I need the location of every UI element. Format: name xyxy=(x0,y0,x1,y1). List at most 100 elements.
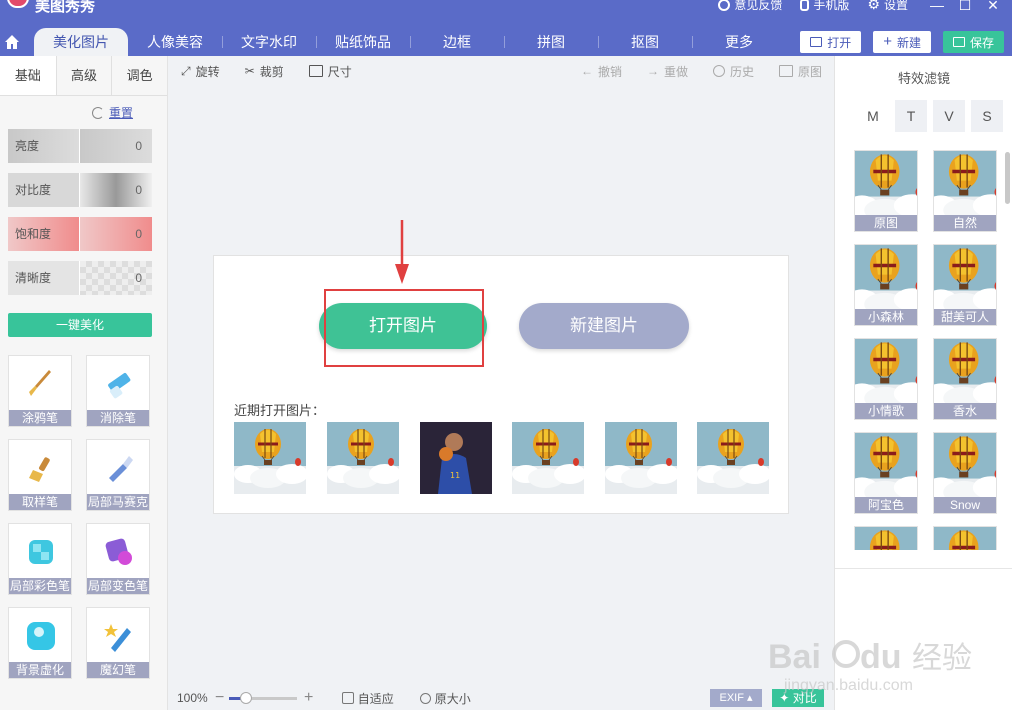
zoom-out-button[interactable]: − xyxy=(213,689,227,707)
recent-image-4[interactable] xyxy=(512,422,584,494)
reset-link[interactable]: 重置 xyxy=(92,104,133,121)
paintbrush-icon xyxy=(29,457,50,482)
tab-3[interactable]: 文字水印 xyxy=(222,28,316,56)
filter-item[interactable]: 自然 xyxy=(933,150,997,232)
open-button[interactable]: 打开 xyxy=(800,31,862,53)
subtab-advanced[interactable]: 高级 xyxy=(55,56,112,95)
rotate-button[interactable]: ⤢ 旋转 xyxy=(181,63,220,80)
tab-5[interactable]: 边框 xyxy=(410,28,504,56)
filter-label: 自然 xyxy=(934,215,996,231)
sharpness-slider[interactable]: 清晰度 0 xyxy=(8,261,152,295)
minimize-button[interactable]: — xyxy=(926,0,948,12)
filter-item[interactable] xyxy=(933,526,997,550)
mobile-link[interactable]: 手机版 xyxy=(800,0,849,13)
recent-image-3[interactable]: 11 xyxy=(420,422,492,494)
filter-item[interactable]: 小情歌 xyxy=(854,338,918,420)
close-button[interactable]: ✕ xyxy=(982,0,1004,12)
recent-image-6[interactable] xyxy=(697,422,769,494)
recent-image-2[interactable] xyxy=(327,422,399,494)
filter-item[interactable] xyxy=(854,526,918,550)
tool-local-color-pen[interactable]: 局部彩色笔 xyxy=(8,523,72,595)
tool-eraser-pen[interactable]: 消除笔 xyxy=(86,355,150,427)
svg-text:Bai: Bai xyxy=(768,638,821,676)
filter-tab-t[interactable]: T xyxy=(895,100,927,132)
app-logo xyxy=(7,0,29,8)
tool-local-recolor-pen[interactable]: 局部变色笔 xyxy=(86,523,150,595)
filter-item[interactable]: 小森林 xyxy=(854,244,918,326)
plus-icon: + xyxy=(883,33,892,50)
subtab-basic[interactable]: 基础 xyxy=(0,56,56,95)
filter-item[interactable]: Snow xyxy=(933,432,997,514)
tool-doodle-pen[interactable]: 涂鸦笔 xyxy=(8,355,72,427)
new-button[interactable]: + 新建 xyxy=(873,31,931,53)
history-button[interactable]: 历史 xyxy=(712,63,754,80)
settings-link[interactable]: ⚙ 设置 xyxy=(867,0,908,13)
tool-magic-pen[interactable]: 魔幻笔 xyxy=(86,607,150,679)
feedback-link[interactable]: 意见反馈 xyxy=(718,0,782,13)
home-button[interactable] xyxy=(0,28,24,56)
actual-size-button[interactable]: 原大小 xyxy=(419,690,471,707)
original-button[interactable]: 原图 xyxy=(778,63,822,80)
new-image-button[interactable]: 新建图片 xyxy=(519,303,689,349)
one-key-beautify-button[interactable]: 一键美化 xyxy=(8,313,152,337)
filter-tab-v[interactable]: V xyxy=(933,100,965,132)
filter-label: 阿宝色 xyxy=(855,497,917,513)
contrast-slider[interactable]: 对比度 0 xyxy=(8,173,152,207)
filter-scrollbar[interactable] xyxy=(1005,152,1010,204)
svg-text:jingyan.baidu.com: jingyan.baidu.com xyxy=(783,677,913,694)
filter-item[interactable]: 阿宝色 xyxy=(854,432,918,514)
svg-text:经验: 经验 xyxy=(912,641,972,676)
fit-button[interactable]: 自适应 xyxy=(341,690,394,707)
crop-button[interactable]: ✂ 裁剪 xyxy=(245,63,284,80)
image-icon xyxy=(778,65,793,77)
recolor-pen-icon xyxy=(105,538,132,565)
eraser-icon xyxy=(108,372,131,399)
exif-button[interactable]: EXIF ▴ xyxy=(710,689,762,707)
main-tab-bar: 美化图片 人像美容 文字水印 贴纸饰品 边框 拼图 抠图 更多 打开 + 新建 保存 xyxy=(0,28,1012,56)
recent-images-list: 11 xyxy=(234,422,770,494)
zoom-slider[interactable] xyxy=(228,691,297,704)
zoom-in-button[interactable]: + xyxy=(302,689,316,707)
recent-image-5[interactable] xyxy=(605,422,677,494)
filter-item[interactable]: 甜美可人 xyxy=(933,244,997,326)
recent-images-label: 近期打开图片： xyxy=(234,403,326,418)
tab-7[interactable]: 抠图 xyxy=(598,28,692,56)
zoom-level: 100% xyxy=(177,691,208,705)
filter-tab-s[interactable]: S xyxy=(971,100,1003,132)
filter-item[interactable]: 香水 xyxy=(933,338,997,420)
annotation-highlight-box xyxy=(324,289,484,367)
divider xyxy=(835,568,1012,569)
color-pen-icon xyxy=(29,540,53,564)
basketball-player-thumbnail: 11 xyxy=(420,422,492,494)
undo-button[interactable]: ← 撤销 xyxy=(581,63,622,80)
magic-wand-icon xyxy=(104,624,131,652)
saturation-slider[interactable]: 饱和度 0 xyxy=(8,217,152,251)
title-bar: 美图秀秀 意见反馈 手机版 ⚙ 设置 — ☐ ✕ xyxy=(0,0,1012,28)
tool-sample-pen[interactable]: 取样笔 xyxy=(8,439,72,511)
brightness-slider[interactable]: 亮度 0 xyxy=(8,129,152,163)
filter-list: 原图 自然 小森林 甜美可人 小情歌 香水阿宝色 Snow xyxy=(835,150,1005,550)
home-icon xyxy=(5,35,19,49)
maximize-button[interactable]: ☐ xyxy=(954,0,976,12)
recent-image-1[interactable] xyxy=(234,422,306,494)
tab-2[interactable]: 人像美容 xyxy=(128,28,222,56)
redo-button[interactable]: → 重做 xyxy=(647,63,688,80)
size-button[interactable]: 尺寸 xyxy=(308,63,352,80)
tab-6[interactable]: 拼图 xyxy=(504,28,598,56)
subtab-color[interactable]: 调色 xyxy=(111,56,167,95)
tab-4[interactable]: 贴纸饰品 xyxy=(316,28,410,56)
tool-local-mosaic[interactable]: 局部马赛克 xyxy=(86,439,150,511)
filter-tab-m[interactable]: M xyxy=(857,100,889,132)
tab-1[interactable]: 美化图片 xyxy=(34,28,128,56)
save-button[interactable]: 保存 xyxy=(942,31,1004,53)
tool-background-blur[interactable]: 背景虚化 xyxy=(8,607,72,679)
filter-item[interactable]: 原图 xyxy=(854,150,918,232)
filter-label: 甜美可人 xyxy=(934,309,996,325)
filter-label: Snow xyxy=(934,497,996,513)
scissors-icon: ✂ xyxy=(244,64,255,78)
balloon-thumbnail xyxy=(605,422,677,494)
annotation-arrow xyxy=(395,220,409,284)
tab-8[interactable]: 更多 xyxy=(692,28,786,56)
mosaic-pen-icon xyxy=(109,456,133,482)
blur-icon xyxy=(27,622,55,650)
